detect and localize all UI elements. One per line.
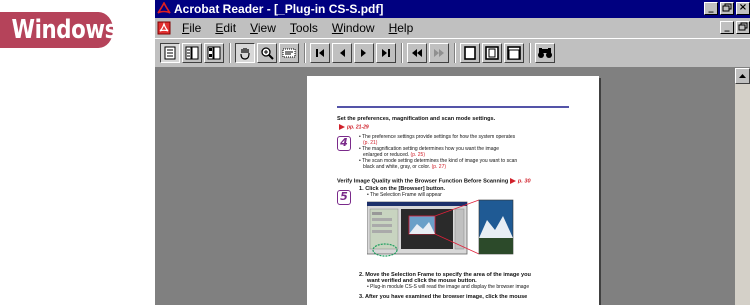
- previous-page-icon: [340, 49, 345, 57]
- item-3-title: 3. After you have examined the browser i…: [359, 294, 528, 300]
- section1-ref: pp. 21-29: [339, 124, 369, 130]
- page-only-icon: [164, 46, 176, 60]
- restore-icon: [722, 3, 732, 12]
- menu-view[interactable]: View: [250, 21, 276, 35]
- step-5-badge: 5: [337, 190, 351, 205]
- menu-bar: File Edit View Tools Window Help _: [155, 18, 750, 38]
- section1-heading: Set the preferences, magnification and s…: [337, 116, 496, 122]
- menu-window[interactable]: Window: [332, 21, 375, 35]
- title-bar[interactable]: Acrobat Reader - [_Plug-in CS-S.pdf] _ ×: [155, 0, 750, 18]
- restore-icon: [738, 22, 748, 31]
- go-forward-icon: [434, 49, 444, 57]
- red-arrow-icon: [339, 124, 345, 130]
- actual-size-button[interactable]: [460, 43, 480, 63]
- hand-tool-button[interactable]: [235, 43, 255, 63]
- bullet-1: • The preference settings provide settin…: [359, 134, 516, 140]
- text-select-icon: [282, 48, 296, 58]
- menu-edit[interactable]: Edit: [215, 21, 236, 35]
- toolbar: [155, 38, 750, 68]
- item-2-sub: • Plug-in module CS-S will read the imag…: [367, 284, 530, 290]
- go-forward-button[interactable]: [429, 43, 449, 63]
- document-icon[interactable]: [157, 21, 171, 35]
- os-label: Windows: [0, 12, 117, 48]
- fit-page-icon: [485, 46, 499, 60]
- menu-file[interactable]: File: [182, 21, 201, 35]
- page-only-button[interactable]: [160, 43, 180, 63]
- go-back-icon: [412, 49, 422, 57]
- thumbnails-icon: [207, 46, 221, 60]
- go-back-button[interactable]: [407, 43, 427, 63]
- doc-minimize-button[interactable]: _: [720, 21, 734, 34]
- heading-rule: [337, 106, 569, 108]
- first-page-icon: [316, 49, 324, 57]
- step-4-badge: 4: [337, 136, 351, 151]
- vertical-scrollbar[interactable]: [734, 68, 750, 305]
- minimize-button[interactable]: _: [704, 2, 718, 15]
- window-controls: _ ×: [702, 2, 750, 15]
- menu-tools[interactable]: Tools: [290, 21, 318, 35]
- zoom-in-button[interactable]: [257, 43, 277, 63]
- acrobat-app-icon[interactable]: [157, 2, 171, 16]
- last-page-button[interactable]: [376, 43, 396, 63]
- browser-illustration: [367, 199, 514, 257]
- close-button[interactable]: ×: [736, 2, 750, 15]
- bullet-3-cont: black and white, gray, or color. (p. 27): [363, 164, 447, 170]
- bookmarks-icon: [185, 46, 199, 60]
- hand-tool-icon: [240, 48, 250, 60]
- fit-width-button[interactable]: [504, 43, 524, 63]
- bookmarks-button[interactable]: [182, 43, 202, 63]
- restore-button[interactable]: [720, 2, 734, 15]
- pdf-page[interactable]: Set the preferences, magnification and s…: [307, 76, 599, 305]
- first-page-button[interactable]: [310, 43, 330, 63]
- section2-heading: Verify Image Quality with the Browser Fu…: [337, 178, 531, 185]
- red-arrow-icon: [509, 178, 516, 184]
- text-select-button[interactable]: [279, 43, 299, 63]
- scroll-up-button[interactable]: [735, 68, 750, 84]
- document-workspace[interactable]: Set the preferences, magnification and s…: [155, 68, 750, 305]
- menu-help[interactable]: Help: [389, 21, 414, 35]
- actual-size-icon: [464, 46, 476, 60]
- fit-page-button[interactable]: [482, 43, 502, 63]
- thumbnails-button[interactable]: [204, 43, 224, 63]
- acrobat-window: Acrobat Reader - [_Plug-in CS-S.pdf] _ ×…: [155, 0, 750, 305]
- find-icon: [538, 48, 552, 58]
- next-page-icon: [361, 49, 366, 57]
- document-window-controls: _: [718, 21, 750, 34]
- window-title: Acrobat Reader - [_Plug-in CS-S.pdf]: [174, 2, 384, 16]
- chevron-up-icon: [739, 74, 746, 78]
- next-page-button[interactable]: [354, 43, 374, 63]
- last-page-icon: [382, 49, 390, 57]
- fit-width-icon: [507, 46, 521, 60]
- zoom-in-icon: [261, 47, 274, 60]
- doc-restore-button[interactable]: [736, 21, 750, 34]
- previous-page-button[interactable]: [332, 43, 352, 63]
- find-button[interactable]: [535, 43, 555, 63]
